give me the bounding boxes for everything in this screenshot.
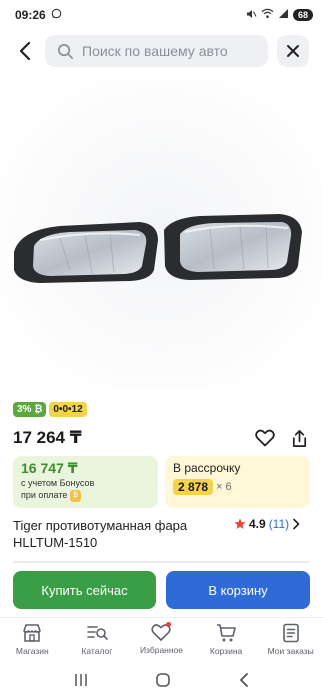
battery-indicator: 68	[292, 9, 313, 21]
back-button[interactable]	[12, 38, 38, 64]
installment-badge: 0•0•12	[49, 402, 87, 417]
header	[0, 31, 323, 71]
product-price: 17 264 ₸	[13, 428, 82, 447]
heart-icon	[255, 429, 275, 447]
share-button[interactable]	[287, 426, 311, 450]
tab-label-catalog: Каталог	[81, 646, 113, 656]
rating-link[interactable]: 4.9 (11)	[234, 517, 300, 531]
tab-catalog[interactable]: Каталог	[65, 618, 130, 662]
tab-label-cart: Корзина	[209, 646, 243, 656]
bonus-price-card[interactable]: 16 747 ₸ с учетом Бонусов при оплате ₿	[13, 456, 158, 508]
promo-badges: 3% ₿ 0•0•12	[13, 402, 87, 417]
signal-icon	[278, 8, 289, 22]
tab-label-orders: Мои заказы	[267, 646, 314, 656]
wifi-icon	[261, 8, 274, 22]
installment-title: В рассрочку	[173, 461, 241, 475]
catalog-icon	[87, 626, 108, 640]
installment-multiplier: × 6	[216, 481, 232, 493]
bottom-tab-bar: Магазин Каталог Избранное Корзина Мои за…	[0, 617, 323, 662]
cart-icon	[216, 624, 236, 642]
tab-label-store: Магазин	[15, 646, 49, 656]
mute-icon	[245, 8, 257, 23]
review-count: (11)	[268, 517, 290, 531]
status-time: 09:26	[15, 8, 46, 22]
tab-orders[interactable]: Мои заказы	[258, 618, 323, 662]
installment-amount: 2 878	[173, 479, 214, 495]
bonus-note-line1: с учетом Бонусов	[21, 478, 95, 488]
back-arrow-icon	[239, 672, 248, 687]
fog-lights-image	[0, 80, 323, 390]
search-input[interactable]	[82, 43, 252, 59]
tab-cart[interactable]: Корзина	[194, 618, 259, 662]
tab-store[interactable]: Магазин	[0, 618, 65, 662]
home-icon	[156, 672, 171, 687]
bonus-coin-icon: ₿	[69, 489, 82, 502]
installment-card[interactable]: В рассрочку 2 878 × 6	[165, 456, 310, 508]
search-icon	[58, 43, 73, 59]
recent-apps-button[interactable]	[73, 673, 89, 692]
chevron-right-icon	[293, 518, 300, 530]
bonus-badge: 3% ₿	[13, 402, 47, 417]
chevron-left-icon	[19, 41, 31, 61]
share-icon	[292, 429, 306, 447]
bonus-note-line2: при оплате	[21, 490, 68, 500]
star-icon	[234, 518, 246, 529]
product-image[interactable]	[0, 80, 323, 390]
system-nav-bar	[0, 664, 323, 700]
tab-favorites[interactable]: Избранное	[129, 618, 194, 662]
close-icon	[287, 45, 299, 57]
recent-apps-icon	[75, 673, 87, 686]
buy-now-button[interactable]: Купить сейчас	[13, 571, 156, 609]
close-button[interactable]	[277, 35, 309, 67]
system-back-button[interactable]	[238, 672, 250, 693]
orders-icon	[282, 623, 299, 643]
whatsapp-icon	[51, 8, 62, 22]
home-button[interactable]	[155, 672, 171, 693]
tab-label-favorites: Избранное	[139, 645, 184, 655]
rating-value: 4.9	[249, 517, 266, 531]
bonus-price: 16 747 ₸	[21, 460, 78, 476]
price-row: 17 264 ₸	[13, 426, 313, 450]
product-title: Tiger противотуманная фара HLLTUM-1510	[13, 518, 188, 550]
add-to-cart-button[interactable]: В корзину	[166, 571, 310, 609]
favorite-button[interactable]	[253, 426, 277, 450]
store-icon	[23, 624, 42, 642]
status-bar: 09:26 68	[0, 0, 323, 30]
search-bar[interactable]	[45, 35, 268, 67]
divider	[13, 561, 310, 563]
